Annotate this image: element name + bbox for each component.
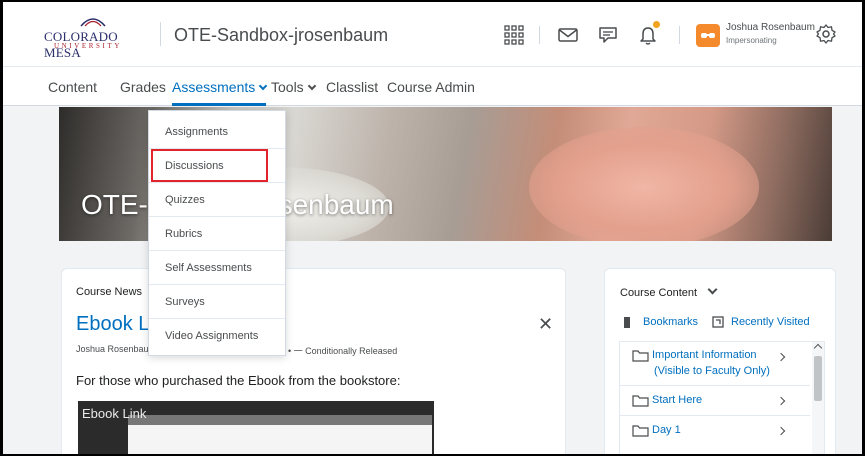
bookmarks-link[interactable]: Bookmarks — [643, 316, 698, 328]
nav-assessments[interactable]: Assessments — [172, 79, 268, 95]
chat-icon[interactable] — [597, 24, 619, 46]
impersonate-glasses-icon — [701, 33, 715, 38]
bookmark-icon — [624, 317, 630, 328]
chevron-down-icon — [307, 81, 316, 91]
user-role: Impersonating — [726, 36, 777, 45]
nav-tools[interactable]: Tools — [271, 79, 316, 95]
assessments-dropdown-menu: Assignments Discussions Quizzes Rubrics … — [148, 110, 286, 356]
news-item-title[interactable]: Ebook Li — [76, 313, 154, 336]
nav-assessments-label: Assessments — [172, 79, 256, 95]
ebook-screenshot-image: Ebook Link — [78, 401, 434, 454]
top-header: COLORADO MESA UNIVERSITY OTE-Sandbox-jro… — [3, 2, 862, 66]
widget-heading: Course News — [76, 286, 143, 298]
course-navbar: Content Grades Assessments Tools Classli… — [3, 66, 862, 106]
chevron-right-icon — [776, 396, 786, 406]
waffle-icon[interactable] — [503, 24, 525, 46]
news-release-status: AM • ⼀ Conditionally Released — [272, 346, 398, 356]
folder-icon — [632, 395, 649, 407]
menu-item-rubrics[interactable]: Rubrics — [149, 217, 285, 251]
nav-classlist[interactable]: Classlist — [326, 79, 378, 95]
toc-label: Start Here — [652, 394, 703, 406]
user-avatar-icon[interactable] — [696, 24, 720, 47]
logo-mountain-icon — [80, 18, 106, 27]
menu-item-video-assignments[interactable]: Video Assignments — [149, 319, 285, 353]
table-of-contents: Important Information (Visible to Facult… — [619, 341, 825, 454]
toc-item-day-1[interactable]: Day 1 — [620, 416, 810, 446]
chevron-down-icon[interactable] — [707, 284, 718, 295]
university-logo[interactable]: COLORADO MESA UNIVERSITY — [44, 15, 144, 60]
gear-icon[interactable] — [815, 23, 837, 45]
menu-item-surveys[interactable]: Surveys — [149, 285, 285, 319]
nav-course-admin[interactable]: Course Admin — [387, 79, 475, 95]
close-icon[interactable]: ✕ — [538, 314, 553, 335]
discussions-highlight-box — [151, 149, 268, 182]
toc-item-start-here[interactable]: Start Here — [620, 386, 810, 416]
scroll-thumb[interactable] — [814, 356, 822, 401]
thumbnail-screen — [128, 415, 432, 454]
toc-scrollbar[interactable] — [812, 342, 824, 454]
banner-image-hands — [529, 127, 759, 241]
course-content-widget: Course Content Bookmarks Recently Visite… — [604, 268, 836, 454]
news-author: Joshua Rosenbaur — [76, 344, 152, 354]
nav-content[interactable]: Content — [48, 79, 97, 95]
menu-item-self-assessments[interactable]: Self Assessments — [149, 251, 285, 285]
active-tab-indicator — [172, 103, 266, 106]
folder-icon — [632, 350, 649, 362]
app-window: COLORADO MESA UNIVERSITY OTE-Sandbox-jro… — [3, 2, 862, 454]
notification-dot — [653, 21, 660, 28]
header-divider — [679, 26, 680, 44]
thumbnail-label: Ebook Link — [82, 406, 147, 421]
nav-tools-label: Tools — [271, 79, 304, 95]
chevron-right-icon — [776, 426, 786, 436]
user-name[interactable]: Joshua Rosenbaum — [726, 22, 815, 33]
news-body: For those who purchased the Ebook from t… — [76, 373, 401, 388]
recently-visited-link[interactable]: Recently Visited — [731, 316, 810, 328]
nav-grades[interactable]: Grades — [120, 79, 166, 95]
course-news-widget: Course News Ebook Li ✕ Joshua Rosenbaur … — [61, 268, 566, 454]
scroll-up-icon[interactable] — [813, 343, 823, 353]
widget-heading: Course Content — [620, 287, 698, 299]
menu-item-quizzes[interactable]: Quizzes — [149, 183, 285, 217]
folder-icon — [632, 425, 649, 437]
chevron-right-icon — [776, 352, 786, 362]
menu-item-assignments[interactable]: Assignments — [149, 115, 285, 149]
toc-label: Important Information — [652, 349, 757, 361]
logo-subtext: UNIVERSITY — [54, 42, 122, 50]
banner-title-right: senbaum — [278, 189, 394, 220]
header-divider — [539, 26, 540, 44]
header-divider — [160, 22, 161, 46]
thumbnail-toolbar — [128, 415, 432, 425]
toc-label: Day 1 — [652, 424, 681, 436]
org-title[interactable]: OTE-Sandbox-jrosenbaum — [174, 25, 388, 46]
mail-icon[interactable] — [557, 24, 579, 46]
toc-sublabel: (Visible to Faculty Only) — [654, 365, 770, 377]
recently-visited-icon — [712, 316, 724, 328]
toc-item-important-information[interactable]: Important Information (Visible to Facult… — [620, 342, 810, 386]
chevron-down-icon — [259, 81, 268, 91]
